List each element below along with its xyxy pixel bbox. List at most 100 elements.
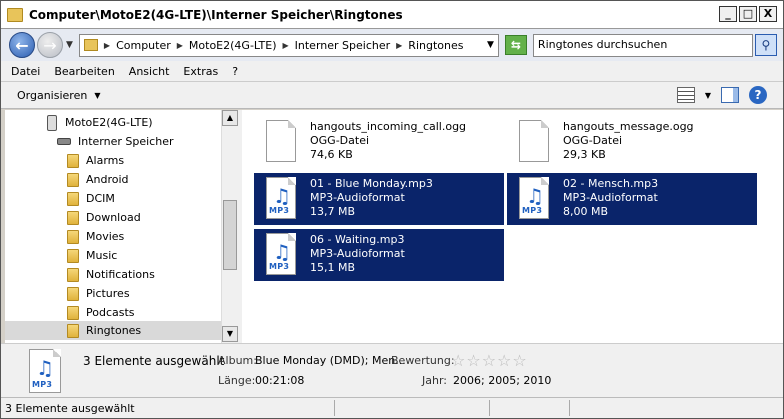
file-name: hangouts_message.ogg <box>563 120 694 133</box>
preview-pane-icon[interactable] <box>721 87 739 103</box>
address-bar[interactable]: ▶ Computer ▶ MotoE2(4G-LTE) ▶ Interner S… <box>78 33 499 57</box>
folder-icon <box>67 191 79 206</box>
tree-item-label: Ringtones <box>86 324 142 337</box>
file-info: 06 - Waiting.mp3 MP3-Audioformat 15,1 MB <box>310 233 405 281</box>
window-controls: _ □ X <box>719 6 777 22</box>
file-type: MP3-Audioformat <box>310 247 405 260</box>
tree-item-storage[interactable]: Interner Speicher <box>57 132 173 151</box>
tree-item-podcasts[interactable]: Podcasts <box>67 303 135 322</box>
tree-item-ringtones[interactable]: Ringtones <box>5 321 221 340</box>
tree-item-label: Interner Speicher <box>78 135 174 148</box>
file-info: hangouts_message.ogg OGG-Datei 29,3 KB <box>563 120 694 168</box>
maximize-button[interactable]: □ <box>739 6 757 22</box>
address-row: ← → ▼ ▶ Computer ▶ MotoE2(4G-LTE) ▶ Inte… <box>1 29 783 61</box>
recent-pages-dropdown-icon[interactable]: ▼ <box>66 40 73 50</box>
file-tile[interactable]: ♫ MP3 06 - Waiting.mp3 MP3-Audioformat 15… <box>254 229 504 281</box>
breadcrumb-ringtones[interactable]: Ringtones <box>408 39 463 52</box>
tree-item-dcim[interactable]: DCIM <box>67 189 115 208</box>
forward-button[interactable]: → <box>37 32 63 58</box>
ogg-file-icon <box>519 120 555 164</box>
file-type: OGG-Datei <box>310 134 370 147</box>
chevron-down-icon[interactable]: ▼ <box>487 40 494 50</box>
rating-label: Bewertung: <box>391 354 455 367</box>
folder-icon <box>67 172 79 187</box>
file-name: 06 - Waiting.mp3 <box>310 233 405 246</box>
command-bar: Organisieren ▼ ▼ ? <box>1 82 783 109</box>
file-list[interactable]: hangouts_incoming_call.ogg OGG-Datei 74,… <box>242 110 783 343</box>
chevron-right-icon[interactable]: ▶ <box>177 41 183 50</box>
scroll-up-icon[interactable]: ▲ <box>222 110 238 126</box>
explorer-window: Computer\MotoE2(4G-LTE)\Interner Speiche… <box>0 0 784 419</box>
chevron-right-icon[interactable]: ▶ <box>104 41 110 50</box>
file-size: 15,1 MB <box>310 261 356 274</box>
menu-edit[interactable]: Bearbeiten <box>54 65 114 78</box>
status-divider <box>489 400 490 416</box>
minimize-button[interactable]: _ <box>719 6 737 22</box>
chevron-down-icon[interactable]: ▼ <box>705 91 711 100</box>
tree-item-label: MotoE2(4G-LTE) <box>65 116 153 129</box>
navigation-pane[interactable]: MotoE2(4G-LTE) Interner Speicher Alarms … <box>5 110 221 343</box>
folder-icon <box>7 7 23 22</box>
folder-icon <box>67 153 79 168</box>
file-tile[interactable]: ♫ MP3 01 - Blue Monday.mp3 MP3-Audioforma… <box>254 173 504 225</box>
tree-item-pictures[interactable]: Pictures <box>67 284 130 303</box>
tree-item-music[interactable]: Music <box>67 246 117 265</box>
rating-stars[interactable]: ☆☆☆☆☆ <box>451 351 528 370</box>
tree-item-notifications[interactable]: Notifications <box>67 265 155 284</box>
file-info: 02 - Mensch.mp3 MP3-Audioformat 8,00 MB <box>563 177 658 225</box>
refresh-button[interactable]: ⇆ <box>504 35 527 55</box>
menu-bar: Datei Bearbeiten Ansicht Extras ? <box>1 61 783 82</box>
menu-help[interactable]: ? <box>232 65 238 78</box>
menu-view[interactable]: Ansicht <box>129 65 170 78</box>
close-button[interactable]: X <box>759 6 777 22</box>
file-type: OGG-Datei <box>563 134 623 147</box>
tree-item-movies[interactable]: Movies <box>67 227 124 246</box>
tree-item-label: Music <box>86 249 118 262</box>
tree-item-label: Podcasts <box>86 306 135 319</box>
tree-item-label: Android <box>86 173 129 186</box>
tree-item-alarms[interactable]: Alarms <box>67 151 124 170</box>
search-input[interactable]: Ringtones durchsuchen <box>532 33 753 57</box>
album-value[interactable]: Blue Monday (DMD); Men... <box>255 354 406 367</box>
mp3-file-icon: ♫ MP3 <box>266 233 302 277</box>
scroll-down-icon[interactable]: ▼ <box>222 326 238 342</box>
breadcrumb-storage[interactable]: Interner Speicher <box>295 39 390 52</box>
chevron-right-icon[interactable]: ▶ <box>396 41 402 50</box>
change-view-icon[interactable] <box>676 87 695 103</box>
tree-item-label: Notifications <box>86 268 155 281</box>
file-size: 74,6 KB <box>310 148 353 161</box>
search-icon[interactable]: ⚲ <box>754 34 777 56</box>
tree-item-download[interactable]: Download <box>67 208 141 227</box>
menu-tools[interactable]: Extras <box>183 65 218 78</box>
navigation-scrollbar[interactable]: ▲ ▼ <box>221 110 238 343</box>
file-tile[interactable]: ♫ MP3 02 - Mensch.mp3 MP3-Audioformat 8,0… <box>507 173 757 225</box>
help-icon[interactable]: ? <box>749 86 767 104</box>
drive-icon <box>57 138 71 145</box>
phone-icon <box>47 114 57 131</box>
file-tile[interactable]: hangouts_incoming_call.ogg OGG-Datei 74,… <box>254 116 504 168</box>
folder-icon <box>67 305 79 320</box>
length-value: 00:21:08 <box>255 374 305 387</box>
length-label: Länge: <box>218 374 256 387</box>
folder-icon <box>67 267 79 282</box>
year-value[interactable]: 2006; 2005; 2010 <box>453 374 551 387</box>
folder-icon <box>67 286 79 301</box>
scroll-thumb[interactable] <box>223 200 237 270</box>
chevron-down-icon[interactable]: ▼ <box>94 91 100 100</box>
menu-file[interactable]: Datei <box>11 65 40 78</box>
chevron-right-icon[interactable]: ▶ <box>283 41 289 50</box>
tree-item-android[interactable]: Android <box>67 170 129 189</box>
back-button[interactable]: ← <box>9 32 35 58</box>
window-title: Computer\MotoE2(4G-LTE)\Interner Speiche… <box>29 7 403 22</box>
tree-item-label: Movies <box>86 230 125 243</box>
folder-icon <box>67 229 79 244</box>
tree-item-device[interactable]: MotoE2(4G-LTE) <box>47 113 153 132</box>
breadcrumb-computer[interactable]: Computer <box>116 39 171 52</box>
details-pane: ♫ MP3 3 Elemente ausgewählt Album: Blue M… <box>1 343 783 397</box>
file-tile[interactable]: hangouts_message.ogg OGG-Datei 29,3 KB <box>507 116 757 168</box>
file-name: hangouts_incoming_call.ogg <box>310 120 467 133</box>
file-size: 13,7 MB <box>310 205 356 218</box>
file-size: 8,00 MB <box>563 205 609 218</box>
breadcrumb-device[interactable]: MotoE2(4G-LTE) <box>189 39 277 52</box>
organize-button[interactable]: Organisieren <box>17 89 87 102</box>
